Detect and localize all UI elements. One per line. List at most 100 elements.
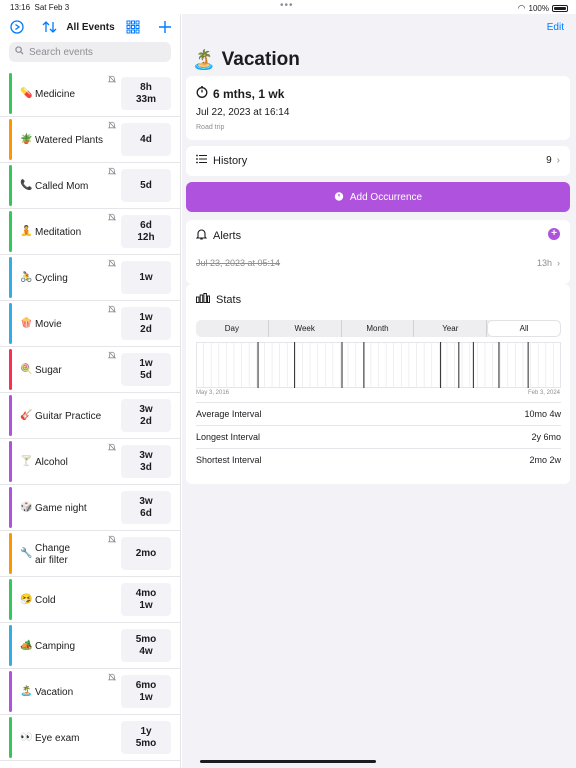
event-color-bar <box>9 395 12 436</box>
event-name: Eye exam <box>35 733 80 744</box>
event-row[interactable]: 🍿 Movie 1w 2d <box>0 301 180 347</box>
wifi-icon: ◠ <box>517 3 526 13</box>
event-interval-badge: 3w 3d <box>121 445 171 478</box>
event-name: Change air filter <box>35 543 71 566</box>
event-name: Alcohol <box>35 457 68 468</box>
event-color-bar <box>9 211 12 252</box>
event-emoji: 🎸 <box>20 410 33 421</box>
event-name: Movie <box>35 319 62 330</box>
history-row[interactable]: History 9 › <box>186 146 570 176</box>
search-icon <box>15 46 24 58</box>
event-name: Sugar <box>35 365 62 376</box>
event-detail: Edit 🏝️ Vacation 6 mths, 1 wk Jul 22, 20… <box>182 14 576 768</box>
event-emoji: 🍿 <box>20 318 33 329</box>
stats-card: Stats Day Week Month Year All May 3, 2016 Fe… <box>186 284 570 484</box>
chevron-right-icon: › <box>556 155 560 166</box>
timeline-start-label: May 3, 2016 <box>196 390 230 396</box>
event-color-bar <box>9 441 12 482</box>
grid-view-icon[interactable] <box>126 20 140 37</box>
occurrence-note: Road trip <box>196 124 225 131</box>
event-emoji: 📞 <box>20 180 33 191</box>
status-time: 13:16 Sat Feb 3 <box>10 3 70 12</box>
event-emoji: 🏝️ <box>20 686 33 697</box>
alerts-label: Alerts <box>195 228 241 243</box>
chart-bar-icon <box>196 293 210 306</box>
event-list: 💊 Medicine 8h 33m 🪴 Watered Plants 4d 📞 Called … <box>0 71 180 761</box>
event-emoji: 🧘 <box>20 226 33 237</box>
segment-day[interactable]: Day <box>196 320 269 337</box>
last-occurrence-date: Jul 22, 2023 at 16:14 <box>196 107 290 118</box>
event-interval-badge: 1w <box>121 261 171 294</box>
event-row[interactable]: 🔧 Change air filter 2mo <box>0 531 180 577</box>
event-row[interactable]: 🧘 Meditation 6d 12h <box>0 209 180 255</box>
stat-label: Average Interval <box>196 409 262 419</box>
event-emoji: 🍸 <box>20 456 33 467</box>
time-range-picker[interactable]: Day Week Month Year All <box>196 320 561 337</box>
event-color-bar <box>9 165 12 206</box>
event-emoji: 💊 <box>20 88 33 99</box>
segment-month[interactable]: Month <box>342 320 415 337</box>
event-row[interactable]: 🏝️ Vacation 6mo 1w <box>0 669 180 715</box>
multitasking-dots-icon[interactable]: ••• <box>280 0 294 11</box>
event-row[interactable]: 🚴 Cycling 1w <box>0 255 180 301</box>
search-input[interactable] <box>29 46 169 58</box>
timeline-end-label: Feb 3, 2024 <box>527 390 560 396</box>
event-row[interactable]: 📞 Called Mom 5d <box>0 163 180 209</box>
segment-all[interactable]: All <box>488 321 560 336</box>
event-emoji: 👀 <box>20 732 33 743</box>
bell-slash-icon <box>107 305 117 315</box>
bell-slash-icon <box>107 213 117 223</box>
alert-relative[interactable]: 13h › <box>537 258 560 268</box>
event-name: Game night <box>35 503 87 514</box>
event-row[interactable]: 🍭 Sugar 1w 5d <box>0 347 180 393</box>
segment-week[interactable]: Week <box>269 320 342 337</box>
event-row[interactable]: 💊 Medicine 8h 33m <box>0 71 180 117</box>
event-interval-badge: 5d <box>121 169 171 202</box>
stats-label: Stats <box>196 293 241 306</box>
event-interval-badge: 1y 5mo <box>121 721 171 754</box>
event-interval-badge: 4d <box>121 123 171 156</box>
event-color-bar <box>9 533 12 574</box>
page-title: 🏝️ Vacation <box>192 48 300 72</box>
event-emoji: 🪴 <box>20 134 33 145</box>
occurrence-timeline <box>196 342 561 388</box>
add-event-icon[interactable] <box>158 20 172 37</box>
status-bar: 13:16 Sat Feb 3 ••• ◠ 100% <box>0 0 576 14</box>
event-interval-badge: 5mo 4w <box>121 629 171 662</box>
bell-icon <box>195 228 208 243</box>
bell-slash-icon <box>107 121 117 131</box>
event-name: Cold <box>35 595 56 606</box>
event-interval-badge: 2mo <box>121 537 171 570</box>
event-color-bar <box>9 73 12 114</box>
bell-slash-icon <box>107 673 117 683</box>
event-name: Watered Plants <box>35 135 103 146</box>
event-row[interactable]: 🎸 Guitar Practice 3w 2d <box>0 393 180 439</box>
segment-year[interactable]: Year <box>414 320 488 337</box>
edit-button[interactable]: Edit <box>547 22 564 33</box>
bell-slash-icon <box>107 351 117 361</box>
event-row[interactable]: 🎲 Game night 3w 6d <box>0 485 180 531</box>
event-interval-badge: 1w 2d <box>121 307 171 340</box>
event-row[interactable]: 🏕️ Camping 5mo 4w <box>0 623 180 669</box>
stat-label: Shortest Interval <box>196 455 262 465</box>
battery-percent: 100% <box>528 4 549 13</box>
event-emoji: 🏝️ <box>192 50 216 71</box>
event-row[interactable]: 🍸 Alcohol 3w 3d <box>0 439 180 485</box>
alert-date[interactable]: Jul 23, 2023 at 05:14 <box>196 258 280 268</box>
event-row[interactable]: 🪴 Watered Plants 4d <box>0 117 180 163</box>
battery-icon <box>552 5 568 12</box>
event-name: Called Mom <box>35 181 89 192</box>
search-bar[interactable] <box>9 42 171 62</box>
event-row[interactable]: 👀 Eye exam 1y 5mo <box>0 715 180 761</box>
alerts-card: Alerts + Jul 23, 2023 at 05:14 13h › <box>186 220 570 284</box>
list-icon <box>196 154 207 167</box>
event-emoji: 🚴 <box>20 272 33 283</box>
sidebar: All Events 💊Medicine 8h 33m 🪴Watered Plant… <box>0 14 181 768</box>
event-emoji: 🍭 <box>20 364 33 375</box>
event-name: Medicine <box>35 89 76 100</box>
event-interval-badge: 6mo 1w <box>121 675 171 708</box>
event-row[interactable]: 🤧 Cold 4mo 1w <box>0 577 180 623</box>
add-occurrence-button[interactable]: Add Occurrence <box>186 182 570 212</box>
stat-value: 2mo 2w <box>529 455 561 465</box>
add-alert-icon[interactable]: + <box>548 228 560 240</box>
